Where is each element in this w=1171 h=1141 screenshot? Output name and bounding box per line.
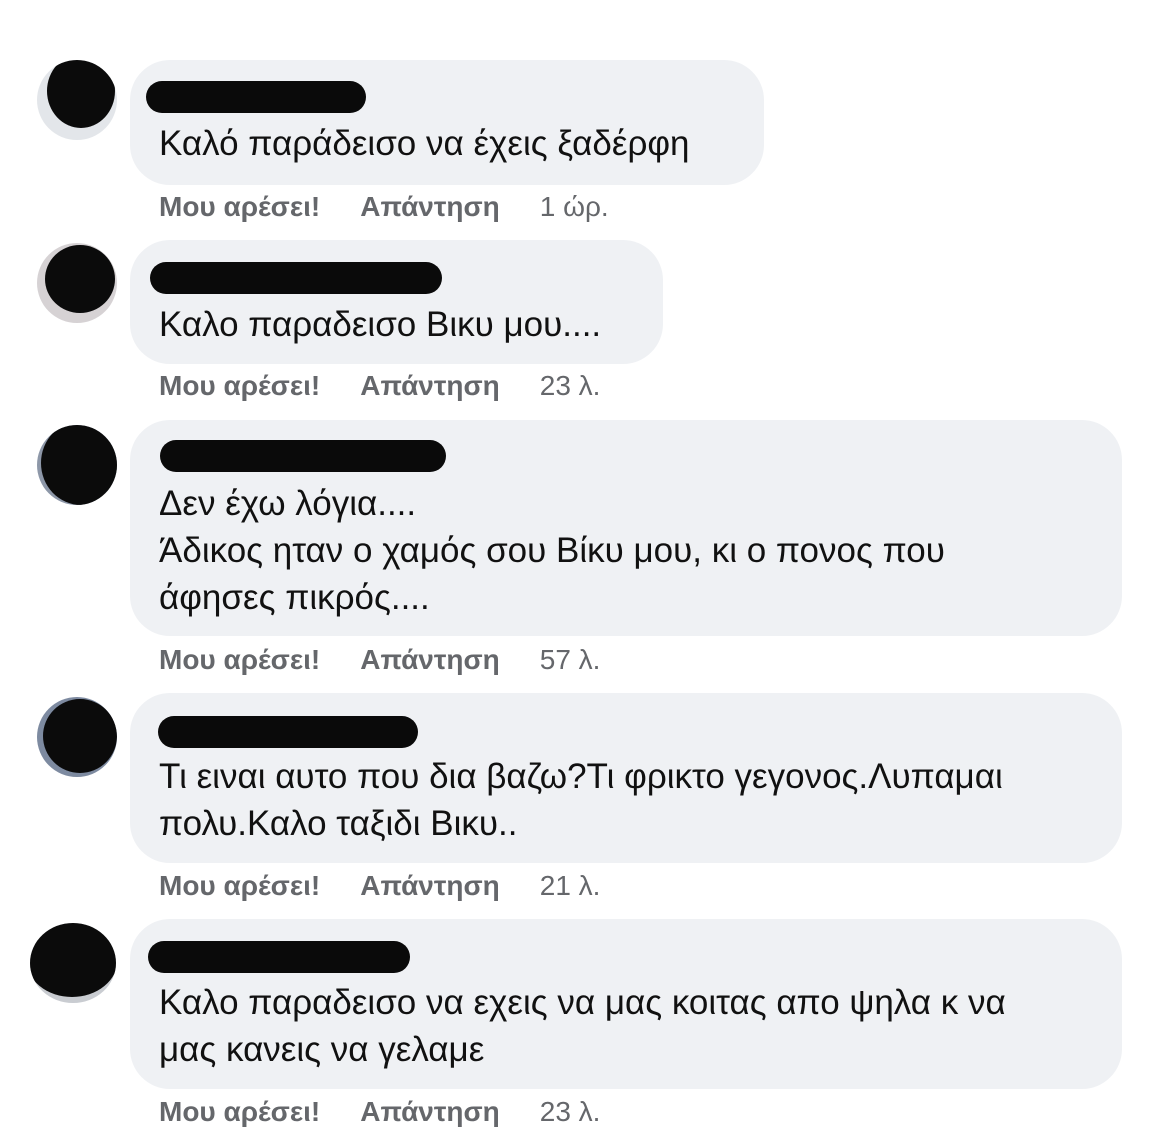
comment-text: Δεν έχω λόγια.... Άδικος ηταν ο χαμός σο… [159,484,945,617]
author-name-redaction [148,941,410,973]
avatar[interactable] [37,243,117,323]
avatar[interactable] [37,60,117,140]
comment-text: Καλο παραδεισο Βικυ μου.... [159,305,602,344]
comment-text: Καλο παραδεισο να εχεις να μας κοιτας απ… [159,983,1006,1069]
author-name-redaction [158,716,418,748]
comment-timestamp[interactable]: 21 λ. [540,870,601,902]
comment-bubble: Καλο παραδεισο Βικυ μου.... [130,240,663,364]
like-button[interactable]: Μου αρέσει! [159,370,320,402]
comment-timestamp[interactable]: 23 λ. [540,1096,601,1128]
reply-button[interactable]: Απάντηση [360,1096,500,1128]
reply-button[interactable]: Απάντηση [360,644,500,676]
avatar-redaction [45,245,115,313]
reply-button[interactable]: Απάντηση [360,870,500,902]
avatar-redaction [43,699,117,773]
comment-actions: Μου αρέσει! Απάντηση 57 λ. [159,640,600,680]
comment-actions: Μου αρέσει! Απάντηση 23 λ. [159,1092,600,1132]
comment-actions: Μου αρέσει! Απάντηση 1 ώρ. [159,187,609,227]
comment-bubble: Δεν έχω λόγια.... Άδικος ηταν ο χαμός σο… [130,420,1122,636]
comment-text: Καλό παράδεισο να έχεις ξαδέρφη [159,124,690,163]
comment-bubble: Καλό παράδεισο να έχεις ξαδέρφη [130,60,764,185]
avatar[interactable] [37,697,117,777]
like-button[interactable]: Μου αρέσει! [159,644,320,676]
avatar-redaction [47,60,115,128]
comment-actions: Μου αρέσει! Απάντηση 23 λ. [159,366,600,406]
comment-actions: Μου αρέσει! Απάντηση 21 λ. [159,866,600,906]
comment-timestamp[interactable]: 23 λ. [540,370,601,402]
avatar[interactable] [37,425,117,505]
comment-bubble: Καλο παραδεισο να εχεις να μας κοιτας απ… [130,919,1122,1089]
comment-bubble: Τι ειναι αυτο που δια βαζω?Τι φρικτο γεγ… [130,693,1122,863]
reply-button[interactable]: Απάντηση [360,191,500,223]
like-button[interactable]: Μου αρέσει! [159,191,320,223]
reply-button[interactable]: Απάντηση [360,370,500,402]
comment-timestamp[interactable]: 57 λ. [540,644,601,676]
author-name-redaction [150,262,442,294]
avatar-redaction [30,923,116,997]
author-name-redaction [146,81,366,113]
author-name-redaction [160,440,446,472]
like-button[interactable]: Μου αρέσει! [159,870,320,902]
avatar-redaction [41,425,117,505]
avatar[interactable] [30,923,116,1003]
comment-text: Τι ειναι αυτο που δια βαζω?Τι φρικτο γεγ… [159,757,1003,843]
comment-timestamp[interactable]: 1 ώρ. [540,191,609,223]
like-button[interactable]: Μου αρέσει! [159,1096,320,1128]
